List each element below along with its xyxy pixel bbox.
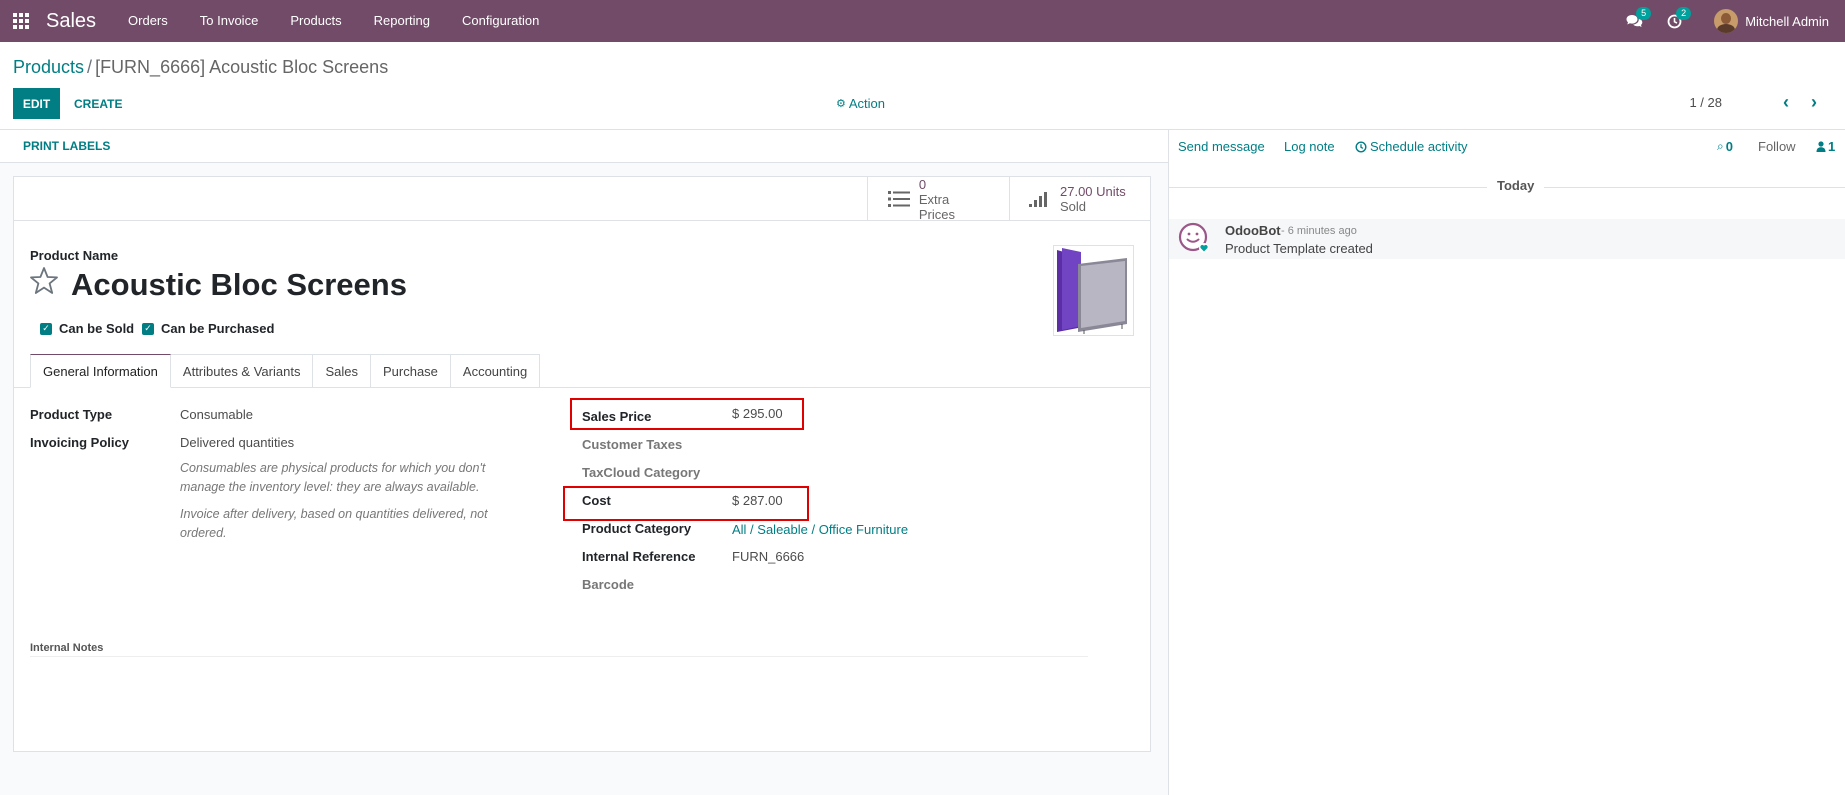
form-sheet: 0 Extra Prices 27.00 Units Sold Product … bbox=[13, 176, 1151, 752]
notebook-tabs: General Information Attributes & Variant… bbox=[30, 354, 541, 388]
can-be-sold-checkbox[interactable]: ✓ Can be Sold bbox=[40, 321, 134, 336]
gear-icon: ⚙ bbox=[836, 98, 846, 110]
customer-taxes-label: Customer Taxes bbox=[582, 437, 683, 452]
tab-general-information[interactable]: General Information bbox=[30, 354, 171, 388]
checkbox-checked-icon: ✓ bbox=[142, 322, 154, 335]
create-button[interactable]: CREATE bbox=[74, 88, 122, 119]
print-labels-button[interactable]: PRINT LABELS bbox=[23, 139, 110, 153]
paperclip-icon: ⌕ bbox=[1717, 139, 1724, 153]
app-brand[interactable]: Sales bbox=[46, 10, 96, 33]
menu-configuration[interactable]: Configuration bbox=[446, 0, 555, 42]
sales-price-label: Sales Price bbox=[582, 409, 652, 424]
action-label: Action bbox=[848, 96, 886, 111]
breadcrumb-separator: / bbox=[87, 57, 93, 77]
date-separator-label: Today bbox=[1487, 178, 1545, 193]
schedule-activity-button[interactable]: Schedule activity bbox=[1355, 139, 1468, 154]
tab-attributes-variants[interactable]: Attributes & Variants bbox=[170, 354, 314, 388]
pager-value[interactable]: 1 / 28 bbox=[1689, 95, 1722, 110]
internal-reference-field[interactable]: FURN_6666 bbox=[732, 549, 804, 564]
sales-price-field[interactable]: $ 295.00 bbox=[732, 406, 783, 421]
product-name-label: Product Name bbox=[30, 248, 119, 263]
product-category-field[interactable]: All / Saleable / Office Furniture bbox=[732, 522, 908, 537]
product-type-label: Product Type bbox=[30, 407, 113, 422]
units-sold-label: Sold bbox=[1060, 199, 1087, 214]
attachments-count: 0 bbox=[1725, 139, 1733, 154]
schedule-activity-label: Schedule activity bbox=[1370, 139, 1468, 154]
pager-previous-icon[interactable]: ‹ bbox=[1776, 92, 1796, 112]
odoobot-avatar bbox=[1178, 222, 1209, 253]
top-navbar: Sales Orders To Invoice Products Reporti… bbox=[0, 0, 1845, 42]
send-message-button[interactable]: Send message bbox=[1178, 139, 1265, 154]
product-type-field[interactable]: Consumable bbox=[180, 407, 253, 422]
activity-menu[interactable]: 2 bbox=[1654, 0, 1694, 42]
taxcloud-category-label: TaxCloud Category bbox=[582, 465, 701, 480]
edit-button[interactable]: EDIT bbox=[13, 88, 60, 119]
user-name: Mitchell Admin bbox=[1745, 13, 1829, 29]
control-panel: Products / [FURN_6666] Acoustic Bloc Scree… bbox=[0, 42, 1845, 130]
chatter-topbar: Send message Log note Schedule activity … bbox=[1169, 130, 1845, 163]
extra-prices-smart-button[interactable]: 0 Extra Prices bbox=[867, 176, 987, 222]
internal-notes-label: Internal Notes bbox=[30, 642, 104, 654]
breadcrumb-products-link[interactable]: Products bbox=[13, 57, 84, 77]
extra-prices-label: Extra Prices bbox=[918, 191, 955, 222]
barcode-label: Barcode bbox=[582, 577, 635, 592]
menu-products[interactable]: Products bbox=[274, 0, 357, 42]
menu-to-invoice[interactable]: To Invoice bbox=[184, 0, 275, 42]
messages-count-badge: 5 bbox=[1636, 7, 1652, 20]
user-icon bbox=[1816, 141, 1826, 152]
signal-bars-icon bbox=[1020, 190, 1060, 208]
activities-count-badge: 2 bbox=[1676, 7, 1692, 20]
checkbox-checked-icon: ✓ bbox=[40, 322, 52, 335]
clock-icon bbox=[1355, 140, 1367, 153]
consumable-help-text: Consumables are physical products for wh… bbox=[180, 461, 486, 494]
chatter-message: OdooBot - 6 minutes ago Product Template… bbox=[1169, 219, 1845, 259]
follow-button[interactable]: Follow bbox=[1758, 139, 1796, 154]
invoicing-policy-field[interactable]: Delivered quantities bbox=[180, 435, 294, 450]
extra-prices-value: 0 bbox=[918, 176, 927, 192]
messaging-menu[interactable]: 5 bbox=[1614, 0, 1654, 42]
smart-button-box: 0 Extra Prices 27.00 Units Sold bbox=[14, 176, 1150, 222]
star-icon[interactable] bbox=[29, 266, 59, 296]
form-statusbar: PRINT LABELS bbox=[0, 130, 1168, 163]
tab-sales[interactable]: Sales bbox=[313, 354, 371, 388]
menu-reporting[interactable]: Reporting bbox=[358, 0, 446, 42]
invoicing-policy-label: Invoicing Policy bbox=[30, 435, 129, 450]
product-name-field[interactable]: Acoustic Bloc Screens bbox=[71, 267, 407, 303]
form-view: PRINT LABELS 0 Extra Prices 27.00 Units … bbox=[0, 130, 1168, 795]
list-icon bbox=[880, 190, 919, 208]
units-sold-value: 27.00 Units bbox=[1060, 184, 1126, 199]
can-be-purchased-checkbox[interactable]: ✓ Can be Purchased bbox=[142, 321, 274, 336]
cost-label: Cost bbox=[582, 493, 611, 508]
followers-button[interactable]: 1 bbox=[1816, 139, 1835, 154]
product-category-label: Product Category bbox=[582, 521, 692, 536]
pager-next-icon[interactable]: › bbox=[1804, 92, 1824, 112]
menu-orders[interactable]: Orders bbox=[112, 0, 184, 42]
chatter-panel: Send message Log note Schedule activity … bbox=[1168, 130, 1845, 795]
tab-accounting[interactable]: Accounting bbox=[450, 354, 541, 388]
message-author[interactable]: OdooBot bbox=[1225, 223, 1281, 238]
breadcrumb-current: [FURN_6666] Acoustic Bloc Screens bbox=[95, 57, 389, 77]
product-image[interactable] bbox=[1053, 245, 1134, 336]
breadcrumb: Products / [FURN_6666] Acoustic Bloc Scree… bbox=[13, 57, 388, 78]
message-timestamp: - 6 minutes ago bbox=[1281, 225, 1357, 237]
can-be-sold-label: Can be Sold bbox=[59, 321, 135, 336]
acoustic-screen-image bbox=[1057, 248, 1127, 334]
sold-smart-button[interactable]: 27.00 Units Sold bbox=[1009, 177, 1150, 221]
internal-reference-label: Internal Reference bbox=[582, 549, 696, 564]
attachments-button[interactable]: ⌕ 0 bbox=[1717, 139, 1733, 154]
followers-count: 1 bbox=[1828, 139, 1836, 154]
action-dropdown[interactable]: ⚙ Action bbox=[836, 96, 885, 111]
apps-menu-icon[interactable] bbox=[0, 0, 42, 42]
internal-notes-field[interactable] bbox=[30, 656, 1088, 657]
tab-purchase[interactable]: Purchase bbox=[370, 354, 451, 388]
user-avatar bbox=[1714, 9, 1739, 33]
message-body: Product Template created bbox=[1225, 241, 1373, 256]
invoice-policy-help-text: Invoice after delivery, based on quantit… bbox=[180, 507, 488, 540]
log-note-button[interactable]: Log note bbox=[1284, 139, 1335, 154]
cost-field[interactable]: $ 287.00 bbox=[732, 493, 783, 508]
can-be-purchased-label: Can be Purchased bbox=[161, 321, 275, 336]
user-menu[interactable]: Mitchell Admin bbox=[1694, 9, 1845, 33]
